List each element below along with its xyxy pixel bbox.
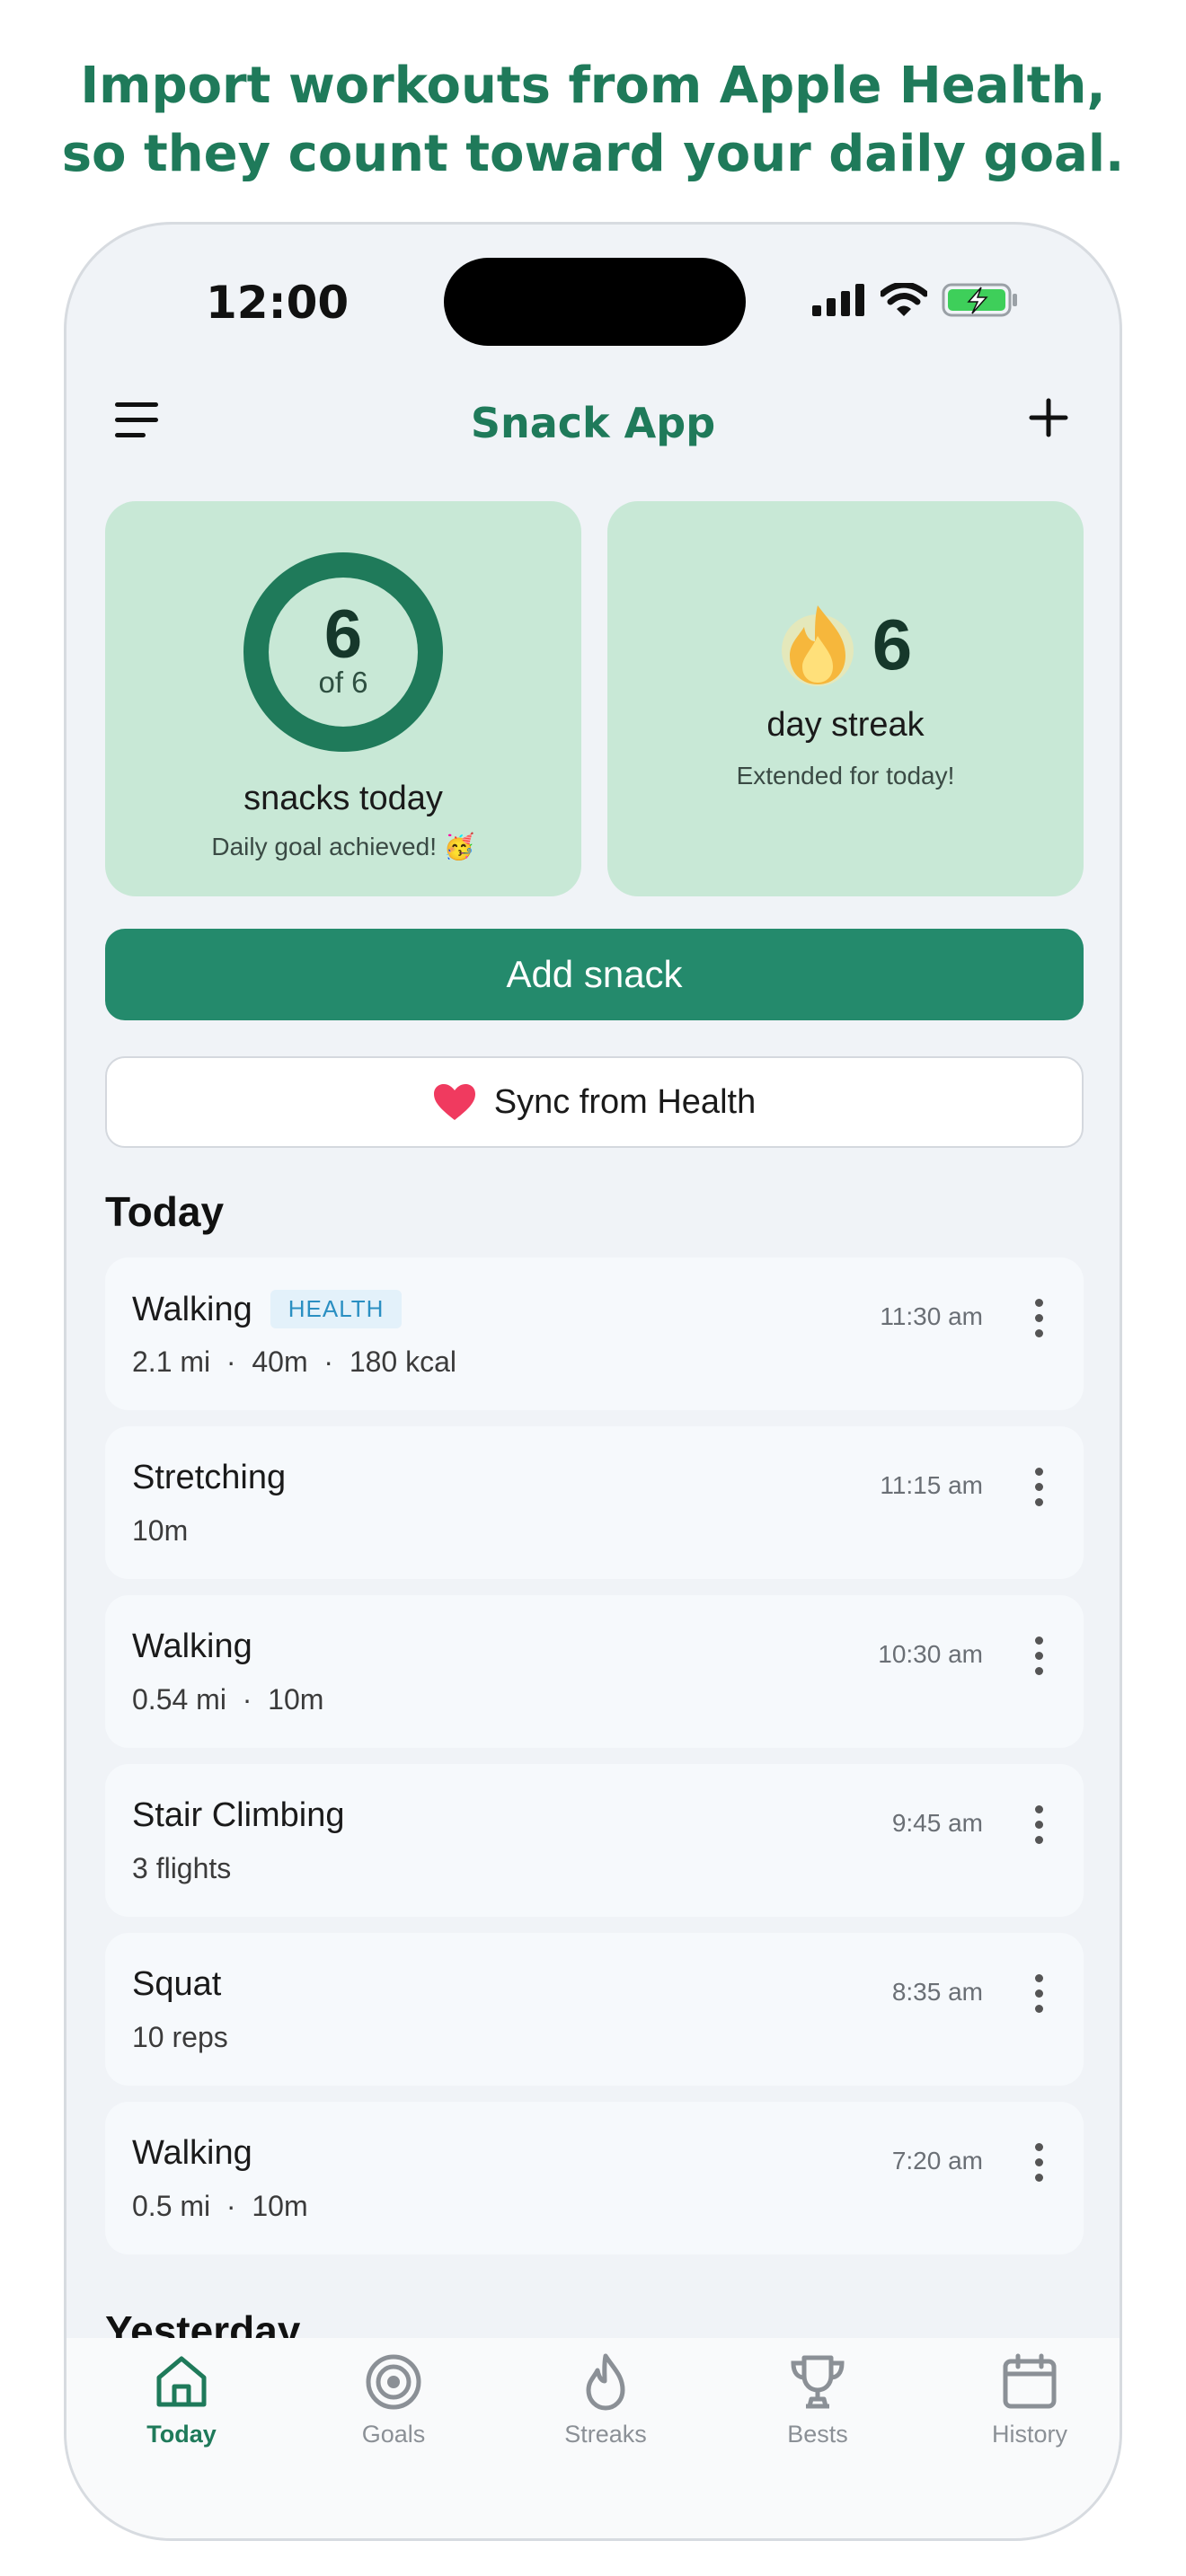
more-options-icon[interactable] [1033, 1468, 1044, 1507]
activity-name: Walking HEALTH [132, 1290, 403, 1329]
snacks-goal: of 6 [318, 666, 368, 699]
more-options-icon[interactable] [1033, 1805, 1044, 1845]
activity-time: 9:45 am [891, 1809, 983, 1837]
activity-time: 11:30 am [880, 1302, 983, 1330]
goal-status: Daily goal achieved! 🥳 [211, 833, 475, 860]
tab-today-label: Today [146, 2421, 217, 2448]
tab-bests-label: Bests [787, 2421, 848, 2448]
calendar-icon [1003, 2353, 1057, 2409]
tab-streaks-label: Streaks [564, 2421, 647, 2448]
streak-row: 6 [607, 600, 1084, 690]
plus-icon[interactable] [1028, 397, 1069, 438]
activity-name: Stretching [132, 1459, 287, 1496]
activity-detail: 0.5 mi · 10m [132, 2190, 308, 2222]
streak-status: Extended for today! [736, 762, 955, 790]
heart-icon [433, 1084, 475, 1120]
flame-emoji-icon [781, 605, 854, 686]
wifi-icon [881, 283, 927, 316]
today-section-title: Today [105, 1188, 225, 1235]
health-badge: HEALTH [270, 1290, 403, 1328]
activity-name: Walking [132, 2134, 252, 2172]
more-options-icon[interactable] [1033, 2143, 1044, 2183]
status-icons [812, 280, 1019, 320]
promo-headline-line-2: so they count toward your daily goal. [61, 125, 1125, 183]
activity-detail: 2.1 mi · 40m · 180 kcal [132, 1345, 457, 1378]
tab-today[interactable]: Today [101, 2352, 262, 2448]
list-item[interactable]: Squat 10 reps 8:35 am [105, 1933, 1084, 2086]
activity-detail: 0.54 mi · 10m [132, 1683, 324, 1716]
status-time: 12:00 [206, 277, 350, 329]
phone-frame: 12:00 Snack App 6 of 6 snacks today Dail… [64, 222, 1122, 2541]
tab-history-label: History [991, 2421, 1067, 2448]
add-snack-button[interactable]: Add snack [105, 929, 1084, 1020]
activity-name: Walking [132, 1628, 252, 1665]
day-streak-card[interactable]: 6 day streak Extended for today! [607, 501, 1084, 896]
tab-goals[interactable]: Goals [313, 2352, 474, 2448]
activity-detail: 3 flights [132, 1852, 232, 1884]
snacks-count: 6 [323, 596, 363, 673]
cellular-signal-icon [812, 284, 864, 316]
progress-ring: 6 of 6 [242, 551, 445, 754]
activity-time: 7:20 am [891, 2147, 983, 2175]
snacks-today-label: snacks today [243, 780, 443, 817]
today-list: Walking HEALTH 2.1 mi · 40m · 180 kcal 11… [105, 1257, 1084, 2271]
sync-from-health-button[interactable]: Sync from Health [105, 1056, 1084, 1148]
activity-time: 8:35 am [891, 1978, 983, 2006]
day-streak-label: day streak [766, 706, 925, 744]
activity-time: 11:15 am [880, 1471, 983, 1499]
activity-name-text: Walking [132, 1291, 252, 1328]
dynamic-island [444, 258, 746, 346]
tab-bests[interactable]: Bests [737, 2352, 898, 2448]
snacks-today-card[interactable]: 6 of 6 snacks today Daily goal achieved!… [105, 501, 581, 896]
activity-detail: 10 reps [132, 2021, 228, 2053]
more-options-icon[interactable] [1033, 1299, 1044, 1338]
target-icon [366, 2354, 421, 2410]
more-options-icon[interactable] [1033, 1974, 1044, 2014]
streak-count: 6 [872, 604, 913, 684]
more-options-icon[interactable] [1033, 1636, 1044, 1676]
battery-charging-icon [942, 283, 1017, 317]
list-item[interactable]: Walking 0.5 mi · 10m 7:20 am [105, 2102, 1084, 2254]
list-item[interactable]: Walking HEALTH 2.1 mi · 40m · 180 kcal 11… [105, 1257, 1084, 1410]
promo-headline-line-1: Import workouts from Apple Health, [80, 57, 1106, 115]
promo-headline: Import workouts from Apple Health, so th… [0, 52, 1186, 189]
activity-name: Squat [132, 1965, 222, 2003]
sync-label: Sync from Health [493, 1082, 757, 1121]
flame-icon [586, 2353, 625, 2411]
activity-detail: 10m [132, 1514, 189, 1547]
activity-name: Stair Climbing [132, 1796, 345, 1834]
tab-goals-label: Goals [361, 2421, 426, 2448]
home-icon [156, 2356, 207, 2407]
list-item[interactable]: Stair Climbing 3 flights 9:45 am [105, 1764, 1084, 1917]
list-item[interactable]: Walking 0.54 mi · 10m 10:30 am [105, 1595, 1084, 1748]
tab-streaks[interactable]: Streaks [525, 2352, 686, 2448]
list-item[interactable]: Stretching 10m 11:15 am [105, 1426, 1084, 1579]
app-title: Snack App [470, 399, 716, 447]
trophy-icon [791, 2355, 845, 2409]
tab-bar: Today Goals Streaks Bests History [66, 2338, 1120, 2538]
activity-time: 10:30 am [878, 1640, 983, 1668]
tab-history[interactable]: History [949, 2352, 1111, 2448]
nav-bar: Snack App [66, 377, 1120, 467]
